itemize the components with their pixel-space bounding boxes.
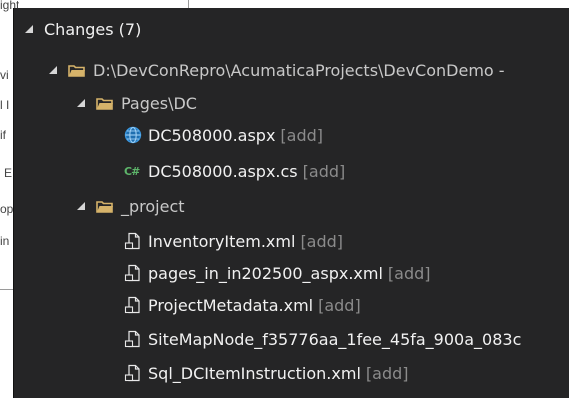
file-name: SiteMapNode_f35776aa_1fee_45fa_900a_083c (148, 329, 522, 349)
folder-node-project[interactable]: _project (76, 195, 185, 217)
folder-open-icon (68, 64, 85, 77)
file-node[interactable]: DC508000.aspx [add] (124, 124, 323, 146)
file-name: DC508000.aspx (148, 125, 276, 145)
file-status: [add] (302, 161, 346, 181)
file-name: InventoryItem.xml (148, 231, 296, 251)
folder-label: Pages\DC (121, 93, 197, 113)
expand-arrow-icon[interactable] (24, 24, 34, 34)
file-status: [add] (387, 263, 431, 283)
background-text: op (0, 202, 14, 216)
file-status: [add] (365, 363, 409, 383)
expand-arrow-icon[interactable] (76, 201, 86, 211)
background-text: if (0, 128, 6, 142)
folder-node-pages-dc[interactable]: Pages\DC (76, 92, 197, 114)
file-name: ProjectMetadata.xml (148, 295, 314, 315)
background-text: in (0, 234, 10, 248)
background-text: vi (0, 68, 9, 82)
file-node[interactable]: SiteMapNode_f35776aa_1fee_45fa_900a_083c (124, 328, 526, 350)
globe-icon (124, 126, 142, 144)
folder-open-icon (96, 200, 113, 213)
file-name: Sql_DCItemInstruction.xml (148, 363, 361, 383)
file-name: DC508000.aspx.cs (148, 161, 298, 181)
file-status: [add] (280, 125, 324, 145)
background-text: l I (0, 98, 10, 112)
changes-panel: Changes (7) D:\DevConRepro\AcumaticaProj… (14, 8, 569, 398)
file-name: pages_in_in202500_aspx.xml (148, 263, 383, 283)
file-node[interactable]: InventoryItem.xml [add] (124, 230, 343, 252)
xml-file-icon (124, 232, 140, 250)
xml-file-icon (124, 364, 140, 382)
expand-arrow-icon[interactable] (48, 65, 58, 75)
project-path-node[interactable]: D:\DevConRepro\AcumaticaProjects\DevConD… (48, 59, 505, 81)
folder-open-icon (96, 97, 113, 110)
file-node[interactable]: Sql_DCItemInstruction.xml [add] (124, 362, 409, 384)
xml-file-icon (124, 264, 140, 282)
changes-header-label: Changes (7) (44, 19, 142, 39)
project-path-label: D:\DevConRepro\AcumaticaProjects\DevConD… (93, 60, 505, 80)
expand-arrow-icon[interactable] (76, 98, 86, 108)
background-text: E (4, 166, 13, 180)
file-node[interactable]: pages_in_in202500_aspx.xml [add] (124, 262, 431, 284)
xml-file-icon (124, 330, 140, 348)
xml-file-icon (124, 296, 140, 314)
csharp-icon: C# (124, 164, 140, 178)
file-status: [add] (318, 295, 361, 315)
file-node[interactable]: ProjectMetadata.xml [add] (124, 294, 361, 316)
changes-header[interactable]: Changes (7) (24, 18, 141, 40)
file-status: [add] (300, 231, 344, 251)
file-node[interactable]: C# DC508000.aspx.cs [add] (124, 160, 345, 182)
folder-label: _project (121, 196, 185, 216)
